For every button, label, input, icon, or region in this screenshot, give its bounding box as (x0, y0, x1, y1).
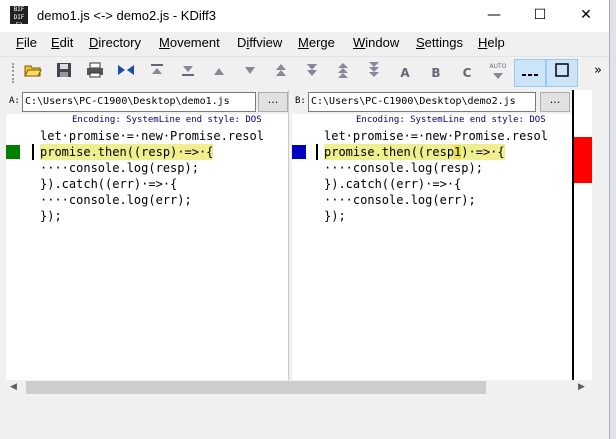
choose-c-icon[interactable]: C (456, 62, 478, 84)
menu-help-mnemonic: H (478, 35, 488, 50)
horizontal-scroll-thumb[interactable] (26, 381, 486, 394)
pane-b-delta-marker (292, 145, 306, 159)
choose-a-icon[interactable]: A (394, 62, 416, 84)
choose-b-icon[interactable]: B (425, 62, 447, 84)
pane-b-header: B: C:\Users\PC-C1900\Desktop\demo2.js ..… (292, 90, 572, 114)
menu-window[interactable]: Window (353, 35, 399, 50)
menu-window-rest: indow (365, 35, 400, 50)
toolbar: A B C AUTO » (0, 56, 609, 89)
pane-a-browse-button[interactable]: ... (258, 92, 288, 112)
diff-pane-a[interactable]: A: C:\Users\PC-C1900\Desktop\demo1.js ..… (6, 90, 288, 380)
prev-delta-icon[interactable] (208, 62, 230, 84)
show-line-numbers-icon[interactable] (546, 59, 578, 87)
menu-file-rest: ile (23, 35, 37, 50)
code-line: }); (324, 209, 346, 223)
next-unsolved-icon[interactable] (363, 62, 385, 84)
swap-icon[interactable] (115, 62, 137, 84)
pane-b-diff-bar (316, 144, 318, 160)
pane-b-path-input[interactable]: C:\Users\PC-C1900\Desktop\demo2.js (308, 92, 536, 112)
code-line: let·promise·=·new·Promise.resol (324, 129, 548, 143)
scroll-right-icon[interactable]: ▶ (578, 382, 585, 392)
save-icon[interactable] (53, 62, 75, 84)
horizontal-scrollbar[interactable]: ◀ ▶ (6, 380, 592, 397)
menu-file[interactable]: File (16, 35, 37, 50)
toolbar-grip[interactable] (12, 63, 16, 83)
next-conflict-icon[interactable] (301, 62, 323, 84)
code-segment: promise.then((resp (324, 145, 455, 159)
open-icon[interactable] (22, 62, 44, 84)
menu-edit[interactable]: Edit (51, 35, 73, 50)
overview-diff-marker[interactable] (574, 137, 594, 183)
prev-unsolved-icon[interactable] (332, 62, 354, 84)
menu-diffview-pre: D (237, 35, 247, 50)
menu-settings-mnemonic: S (416, 35, 425, 50)
kdiff3-app-icon: BIF DIF F3 (10, 6, 28, 29)
vertical-scrollbar[interactable] (592, 90, 609, 380)
menu-merge-rest: erge (308, 35, 335, 50)
code-line: }).catch((err)·=>·{ (40, 177, 178, 191)
pane-b-encoding-info: Encoding: SystemLine end style: DOS (356, 115, 546, 125)
menu-bar: File Edit Directory Movement Diffview Me… (0, 32, 609, 54)
close-button[interactable]: ✕ (563, 0, 609, 30)
pane-a-path-input[interactable]: C:\Users\PC-C1900\Desktop\demo1.js (22, 92, 256, 112)
auto-solve-icon[interactable]: AUTO (487, 62, 509, 84)
code-line: }).catch((err)·=>·{ (324, 177, 462, 191)
minimize-button[interactable]: — (471, 0, 517, 30)
pane-b-letter: B: (295, 96, 306, 106)
code-line: ····console.log(resp); (324, 161, 483, 175)
prev-conflict-icon[interactable] (270, 62, 292, 84)
code-line: ····console.log(err); (40, 193, 192, 207)
menu-directory-mnemonic: D (89, 35, 99, 50)
menu-movement-mnemonic: M (159, 35, 170, 50)
status-area (0, 397, 609, 439)
code-line: ····console.log(err); (324, 193, 476, 207)
pane-a-encoding-info: Encoding: SystemLine end style: DOS (72, 115, 262, 125)
menu-movement-rest: ovement (169, 35, 220, 50)
menu-diffview-rest: ffview (249, 35, 283, 50)
menu-merge[interactable]: Merge (298, 35, 335, 50)
menu-help-rest: elp (487, 35, 505, 50)
title-bar[interactable]: BIF DIF F3 demo1.js <-> demo2.js - KDiff3 … (0, 0, 609, 32)
toolbar-overflow-chevron-icon[interactable]: » (594, 63, 602, 78)
code-segment: )·=>·{ (461, 145, 505, 159)
diff-pane-b[interactable]: B: C:\Users\PC-C1900\Desktop\demo2.js ..… (292, 90, 572, 380)
menu-edit-mnemonic: E (51, 35, 60, 50)
pane-b-code[interactable]: let·promise·=·new·Promise.resol promise.… (292, 128, 572, 380)
code-line-changed: promise.then((resp1)·=>·{ (324, 144, 505, 160)
code-line-changed: promise.then((resp)·=>·{ (40, 144, 214, 160)
menu-movement[interactable]: Movement (159, 35, 220, 50)
menu-settings-rest: ettings (424, 35, 463, 50)
code-line: ····console.log(resp); (40, 161, 199, 175)
pane-a-delta-marker (6, 145, 20, 159)
kdiff3-window: BIF DIF F3 demo1.js <-> demo2.js - KDiff3 … (0, 0, 610, 439)
auto-solve-label: AUTO (489, 63, 507, 70)
maximize-button[interactable]: ☐ (517, 0, 563, 30)
pane-a-header: A: C:\Users\PC-C1900\Desktop\demo1.js ..… (6, 90, 288, 114)
pane-a-diff-bar (32, 144, 34, 160)
print-icon[interactable] (84, 62, 106, 84)
pane-a-code[interactable]: let·promise·=·new·Promise.resol promise.… (6, 128, 288, 380)
menu-diffview[interactable]: Diffview (237, 35, 282, 50)
diff-overview-bar[interactable] (572, 90, 594, 380)
code-line: let·promise·=·new·Promise.resol (40, 129, 264, 143)
menu-directory[interactable]: Directory (89, 35, 141, 50)
menu-settings[interactable]: Settings (416, 35, 463, 50)
scroll-left-icon[interactable]: ◀ (10, 382, 17, 392)
menu-merge-mnemonic: M (298, 35, 309, 50)
go-bottom-icon[interactable] (177, 62, 199, 84)
go-top-icon[interactable] (146, 62, 168, 84)
menu-window-mnemonic: W (353, 35, 366, 50)
pane-b-browse-button[interactable]: ... (540, 92, 570, 112)
code-line: }); (40, 209, 62, 223)
menu-directory-rest: irectory (98, 35, 142, 50)
menu-file-mnemonic: F (16, 35, 24, 50)
next-delta-icon[interactable] (239, 62, 261, 84)
show-whitespace-icon[interactable] (514, 59, 546, 87)
window-title: demo1.js <-> demo2.js - KDiff3 (37, 8, 216, 23)
pane-a-letter: A: (9, 96, 20, 106)
menu-edit-rest: dit (59, 35, 74, 50)
menu-help[interactable]: Help (478, 35, 505, 50)
